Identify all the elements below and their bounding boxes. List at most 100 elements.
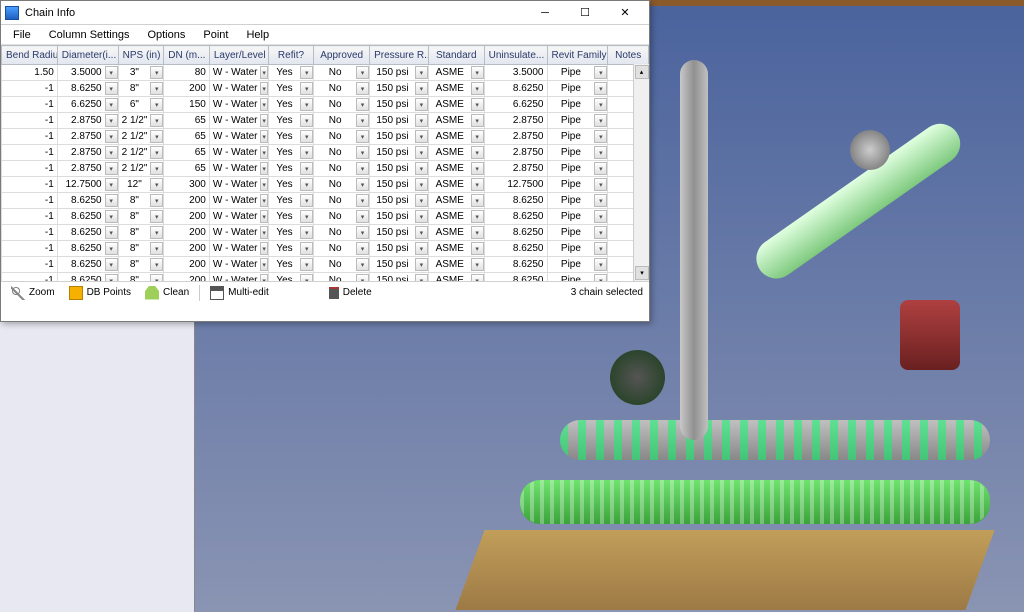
dropdown-icon[interactable]: ▾ — [415, 242, 428, 255]
table-row[interactable]: 1.503.5000▾3"▾80W - Water▾Yes▾No▾150 psi… — [2, 65, 649, 81]
cell-press[interactable]: 150 psi▾ — [370, 81, 429, 97]
cell-unins[interactable]: 6.6250 — [484, 97, 547, 113]
cell-nps[interactable]: 8"▾ — [118, 241, 164, 257]
dropdown-icon[interactable]: ▾ — [471, 194, 484, 207]
cell-appr[interactable]: No▾ — [314, 209, 370, 225]
cell-rf[interactable]: Pipe▾ — [547, 81, 608, 97]
cell-br[interactable]: 1.50 — [2, 65, 58, 81]
col-header[interactable]: Revit Family — [547, 46, 608, 65]
dropdown-icon[interactable]: ▾ — [150, 194, 163, 207]
cell-dia[interactable]: 6.6250▾ — [57, 97, 118, 113]
dropdown-icon[interactable]: ▾ — [150, 162, 163, 175]
dropdown-icon[interactable]: ▾ — [415, 130, 428, 143]
menu-file[interactable]: File — [5, 27, 39, 43]
cell-appr[interactable]: No▾ — [314, 129, 370, 145]
cell-rf[interactable]: Pipe▾ — [547, 257, 608, 273]
dropdown-icon[interactable]: ▾ — [471, 162, 484, 175]
cell-rf[interactable]: Pipe▾ — [547, 129, 608, 145]
dropdown-icon[interactable]: ▾ — [356, 194, 369, 207]
dropdown-icon[interactable]: ▾ — [415, 210, 428, 223]
dropdown-icon[interactable]: ▾ — [105, 98, 118, 111]
dropdown-icon[interactable]: ▾ — [105, 82, 118, 95]
cell-rf[interactable]: Pipe▾ — [547, 113, 608, 129]
dropdown-icon[interactable]: ▾ — [300, 226, 313, 239]
cell-appr[interactable]: No▾ — [314, 97, 370, 113]
cell-layer[interactable]: W - Water▾ — [209, 257, 268, 273]
cell-appr[interactable]: No▾ — [314, 273, 370, 282]
cell-unins[interactable]: 3.5000 — [484, 65, 547, 81]
table-row[interactable]: -12.8750▾2 1/2"▾65W - Water▾Yes▾No▾150 p… — [2, 129, 649, 145]
cell-dn[interactable]: 200 — [164, 257, 210, 273]
col-header[interactable]: DN (m... — [164, 46, 210, 65]
cell-unins[interactable]: 2.8750 — [484, 129, 547, 145]
dropdown-icon[interactable]: ▾ — [415, 178, 428, 191]
dropdown-icon[interactable]: ▾ — [300, 66, 313, 79]
delete-button[interactable]: Delete — [325, 285, 376, 300]
cell-rf[interactable]: Pipe▾ — [547, 209, 608, 225]
cell-br[interactable]: -1 — [2, 209, 58, 225]
table-row[interactable]: -12.8750▾2 1/2"▾65W - Water▾Yes▾No▾150 p… — [2, 145, 649, 161]
dropdown-icon[interactable]: ▾ — [105, 210, 118, 223]
dropdown-icon[interactable]: ▾ — [150, 210, 163, 223]
cell-layer[interactable]: W - Water▾ — [209, 273, 268, 282]
cell-nps[interactable]: 8"▾ — [118, 273, 164, 282]
dropdown-icon[interactable]: ▾ — [105, 162, 118, 175]
cell-press[interactable]: 150 psi▾ — [370, 161, 429, 177]
dropdown-icon[interactable]: ▾ — [260, 130, 267, 143]
dropdown-icon[interactable]: ▾ — [415, 194, 428, 207]
menu-help[interactable]: Help — [238, 27, 277, 43]
cell-appr[interactable]: No▾ — [314, 193, 370, 209]
maximize-button[interactable]: ☐ — [565, 2, 605, 24]
cell-unins[interactable]: 8.6250 — [484, 225, 547, 241]
col-header[interactable]: Layer/Level — [209, 46, 268, 65]
dropdown-icon[interactable]: ▾ — [300, 146, 313, 159]
cell-nps[interactable]: 2 1/2"▾ — [118, 113, 164, 129]
cell-dn[interactable]: 200 — [164, 193, 210, 209]
dropdown-icon[interactable]: ▾ — [300, 274, 313, 281]
dropdown-icon[interactable]: ▾ — [300, 258, 313, 271]
cell-press[interactable]: 150 psi▾ — [370, 225, 429, 241]
dropdown-icon[interactable]: ▾ — [300, 210, 313, 223]
cell-br[interactable]: -1 — [2, 97, 58, 113]
cell-std[interactable]: ASME▾ — [428, 193, 484, 209]
dropdown-icon[interactable]: ▾ — [356, 114, 369, 127]
dropdown-icon[interactable]: ▾ — [300, 130, 313, 143]
col-header[interactable]: NPS (in) — [118, 46, 164, 65]
table-row[interactable]: -16.6250▾6"▾150W - Water▾Yes▾No▾150 psi▾… — [2, 97, 649, 113]
dropdown-icon[interactable]: ▾ — [415, 98, 428, 111]
table-row[interactable]: -18.6250▾8"▾200W - Water▾Yes▾No▾150 psi▾… — [2, 257, 649, 273]
cell-std[interactable]: ASME▾ — [428, 241, 484, 257]
dropdown-icon[interactable]: ▾ — [356, 242, 369, 255]
cell-appr[interactable]: No▾ — [314, 177, 370, 193]
dropdown-icon[interactable]: ▾ — [471, 130, 484, 143]
menu-column-settings[interactable]: Column Settings — [41, 27, 138, 43]
dropdown-icon[interactable]: ▾ — [150, 98, 163, 111]
cell-layer[interactable]: W - Water▾ — [209, 113, 268, 129]
cell-std[interactable]: ASME▾ — [428, 209, 484, 225]
db-points-button[interactable]: DB Points — [65, 285, 135, 301]
left-panel[interactable] — [0, 322, 195, 612]
cell-rf[interactable]: Pipe▾ — [547, 241, 608, 257]
cell-nps[interactable]: 8"▾ — [118, 193, 164, 209]
cell-std[interactable]: ASME▾ — [428, 81, 484, 97]
close-button[interactable]: ✕ — [605, 2, 645, 24]
dropdown-icon[interactable]: ▾ — [471, 66, 484, 79]
cell-appr[interactable]: No▾ — [314, 241, 370, 257]
cell-layer[interactable]: W - Water▾ — [209, 161, 268, 177]
cell-refit[interactable]: Yes▾ — [268, 177, 314, 193]
cell-nps[interactable]: 8"▾ — [118, 209, 164, 225]
vertical-scrollbar[interactable]: ▴ ▾ — [633, 64, 649, 281]
cell-press[interactable]: 150 psi▾ — [370, 257, 429, 273]
cell-rf[interactable]: Pipe▾ — [547, 273, 608, 282]
cell-std[interactable]: ASME▾ — [428, 273, 484, 282]
cell-rf[interactable]: Pipe▾ — [547, 193, 608, 209]
cell-unins[interactable]: 12.7500 — [484, 177, 547, 193]
zoom-button[interactable]: Zoom — [7, 285, 59, 301]
dropdown-icon[interactable]: ▾ — [356, 98, 369, 111]
dropdown-icon[interactable]: ▾ — [150, 226, 163, 239]
cell-std[interactable]: ASME▾ — [428, 129, 484, 145]
cell-appr[interactable]: No▾ — [314, 113, 370, 129]
cell-br[interactable]: -1 — [2, 257, 58, 273]
cell-refit[interactable]: Yes▾ — [268, 193, 314, 209]
dropdown-icon[interactable]: ▾ — [150, 130, 163, 143]
